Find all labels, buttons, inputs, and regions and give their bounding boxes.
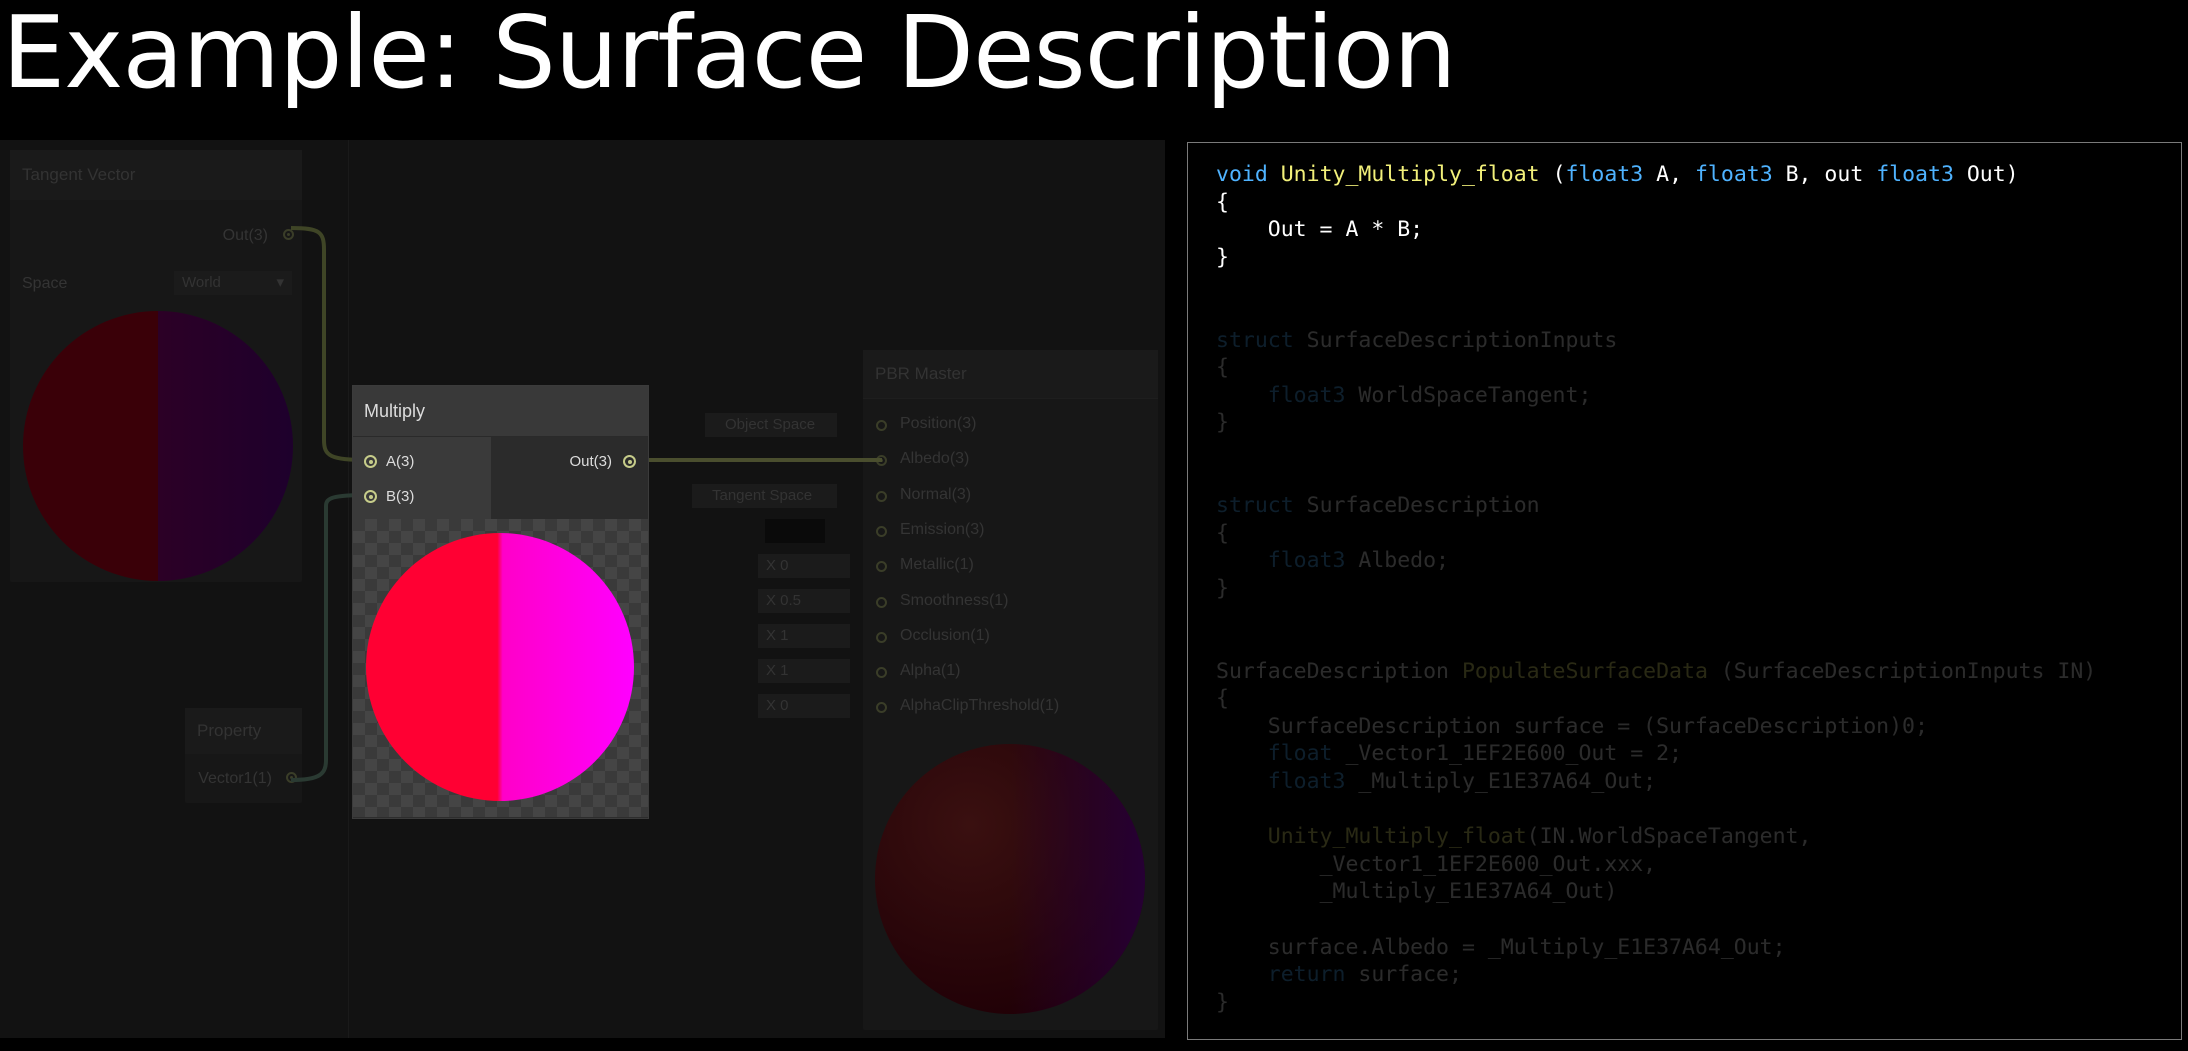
code-line: surface.Albedo = _Multiply_E1E37A64_Out;	[1267, 934, 1786, 960]
output-port[interactable]	[623, 455, 636, 468]
code-func-name: Unity_Multiply_float	[1280, 162, 1540, 187]
master-preview-sphere-shade	[1010, 744, 1145, 1014]
code-line: SurfaceDescription surface = (SurfaceDes…	[1267, 713, 1928, 739]
input-b-port[interactable]	[364, 490, 377, 503]
code-line: _Vector1_1EF2E600_Out.xxx,	[1319, 851, 1657, 877]
code-panel: void Unity_Multiply_float (float3 A, flo…	[1187, 142, 2182, 1040]
slide-title: Example: Surface Description	[2, 0, 1457, 111]
input-a-port[interactable]	[364, 455, 377, 468]
code-void-keyword: void	[1216, 162, 1268, 187]
multiply-preview	[353, 519, 648, 817]
code-description-struct: struct SurfaceDescription { float3 Albed…	[1216, 493, 1540, 601]
multiply-preview-svg	[366, 533, 634, 801]
code-return-type: SurfaceDescription	[1216, 658, 1449, 684]
multiply-node[interactable]: Multiply A(3) B(3) Out(3)	[352, 385, 649, 819]
code-inputs-struct: struct SurfaceDescriptionInputs { float3…	[1216, 327, 1618, 436]
code-brace: }	[1216, 244, 1229, 270]
multiply-preview-sphere	[366, 533, 634, 801]
code-populate-function: SurfaceDescription PopulateSurfaceData (…	[1216, 658, 2097, 1015]
code-func-body: Out = A * B;	[1267, 217, 1424, 243]
input-b-label: B(3)	[386, 488, 415, 505]
code-struct-keyword: struct	[1216, 327, 1294, 353]
code-struct-name: SurfaceDescription	[1306, 493, 1540, 519]
code-brace: {	[1216, 189, 1229, 215]
code-populate-name: PopulateSurfaceData	[1461, 658, 1708, 684]
code-struct-name: SurfaceDescriptionInputs	[1306, 327, 1618, 353]
multiply-node-title: Multiply	[353, 386, 648, 437]
code-func-params: (float3 A, float3 B, out float3 Out)	[1552, 162, 2019, 187]
multiply-inputs-panel: A(3) B(3)	[353, 437, 491, 519]
input-a-label: A(3)	[386, 453, 415, 470]
tangent-preview-sphere	[23, 311, 293, 581]
code-struct-keyword: struct	[1216, 493, 1294, 519]
output-label: Out(3)	[569, 453, 612, 470]
shader-graph-canvas[interactable]: Tangent Vector Out(3) Space World ▾ Prop…	[0, 140, 1165, 1038]
code-line: _Multiply_E1E37A64_Out)	[1319, 879, 1618, 905]
code-block: void Unity_Multiply_float (float3 A, flo…	[1216, 161, 2096, 1016]
multiply-outputs-panel: Out(3)	[491, 437, 648, 519]
code-populate-params: (SurfaceDescriptionInputs IN)	[1720, 658, 2097, 684]
